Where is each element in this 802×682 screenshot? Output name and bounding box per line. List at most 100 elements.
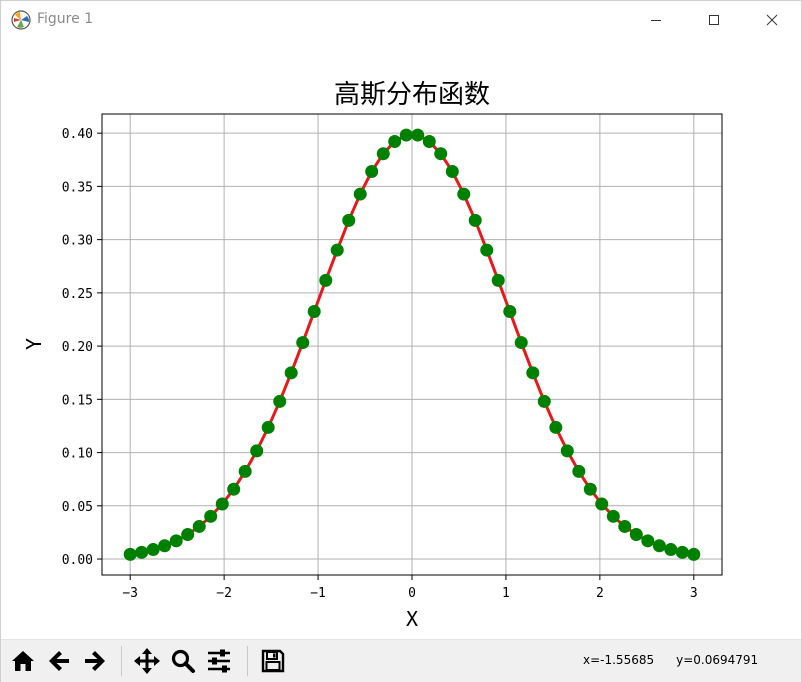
data-point bbox=[376, 147, 390, 161]
x-tick-label: −1 bbox=[310, 586, 326, 601]
y-axis-label: Y bbox=[22, 338, 46, 350]
close-button[interactable] bbox=[749, 1, 795, 39]
configure-subplots-button[interactable] bbox=[203, 645, 235, 677]
configure-subplots-icon bbox=[208, 649, 230, 673]
data-point bbox=[399, 128, 413, 142]
y-tick-label: 0.05 bbox=[62, 500, 93, 515]
y-tick-label: 0.40 bbox=[62, 127, 93, 142]
data-point bbox=[687, 547, 701, 561]
toolbar-separator bbox=[121, 646, 122, 676]
data-point bbox=[250, 444, 264, 458]
back-button[interactable] bbox=[43, 645, 75, 677]
home-icon bbox=[12, 651, 34, 671]
data-point bbox=[468, 213, 482, 227]
axis-ticks: −3 −2 −1 0 1 2 3 0.00 0.05 0.10 0.15 0.20 0.25 0.30 0.… bbox=[62, 127, 698, 601]
x-tick-label: 1 bbox=[502, 586, 510, 601]
pan-button[interactable] bbox=[131, 645, 163, 677]
zoom-button[interactable] bbox=[167, 645, 199, 677]
zoom-icon bbox=[171, 649, 195, 673]
data-point bbox=[595, 497, 609, 511]
data-point bbox=[181, 528, 195, 542]
data-point bbox=[572, 464, 586, 478]
back-icon bbox=[49, 651, 69, 671]
data-point bbox=[215, 497, 229, 511]
maximize-button[interactable] bbox=[691, 1, 737, 39]
data-point bbox=[204, 509, 218, 523]
maximize-icon bbox=[709, 15, 719, 25]
data-point bbox=[664, 543, 678, 557]
x-tick-label: 2 bbox=[596, 586, 604, 601]
close-icon bbox=[766, 14, 778, 26]
navigation-toolbar: x=-1.55685 y=0.0694791 bbox=[1, 639, 801, 682]
data-point bbox=[388, 134, 402, 148]
toolbar-separator bbox=[247, 646, 248, 676]
grid bbox=[102, 114, 722, 575]
y-tick-label: 0.30 bbox=[62, 234, 93, 249]
data-point bbox=[537, 394, 551, 408]
minimize-icon bbox=[651, 20, 661, 21]
figure-canvas[interactable]: −3 −2 −1 0 1 2 3 0.00 0.05 0.10 0.15 0.20 0.25 0.30 0.… bbox=[1, 39, 801, 639]
window-title: Figure 1 bbox=[37, 11, 94, 27]
home-button[interactable] bbox=[7, 645, 39, 677]
minimize-button[interactable] bbox=[633, 1, 679, 39]
data-point bbox=[146, 543, 160, 557]
y-tick-label: 0.15 bbox=[62, 393, 93, 408]
data-point bbox=[307, 304, 321, 318]
data-point bbox=[652, 539, 666, 553]
y-tick-label: 0.00 bbox=[62, 553, 93, 568]
data-point bbox=[261, 420, 275, 434]
x-tick-label: 0 bbox=[408, 586, 416, 601]
x-axis-label: X bbox=[406, 607, 418, 631]
data-point bbox=[330, 243, 344, 257]
forward-button[interactable] bbox=[79, 645, 111, 677]
data-point bbox=[583, 482, 597, 496]
data-point bbox=[284, 366, 298, 380]
x-tick-label: −3 bbox=[122, 586, 138, 601]
x-tick-label: 3 bbox=[690, 586, 698, 601]
save-icon bbox=[261, 649, 285, 673]
data-point bbox=[342, 213, 356, 227]
data-point bbox=[319, 273, 333, 287]
data-point bbox=[365, 164, 379, 178]
data-point bbox=[296, 336, 310, 350]
data-point bbox=[606, 509, 620, 523]
y-tick-label: 0.25 bbox=[62, 287, 93, 302]
data-point bbox=[434, 147, 448, 161]
data-point bbox=[227, 482, 241, 496]
pan-icon bbox=[134, 648, 160, 674]
matplotlib-logo-icon bbox=[11, 10, 31, 30]
cursor-coordinates: x=-1.55685 y=0.0694791 bbox=[583, 653, 780, 667]
y-tick-label: 0.20 bbox=[62, 340, 93, 355]
data-point bbox=[192, 519, 206, 533]
data-point bbox=[422, 134, 436, 148]
data-point bbox=[675, 545, 689, 559]
data-point bbox=[273, 394, 287, 408]
data-point bbox=[238, 464, 252, 478]
data-point bbox=[491, 273, 505, 287]
data-point bbox=[480, 243, 494, 257]
data-point bbox=[629, 528, 643, 542]
data-point bbox=[618, 519, 632, 533]
y-tick-label: 0.35 bbox=[62, 180, 93, 195]
data-point bbox=[123, 547, 137, 561]
data-point bbox=[158, 539, 172, 553]
y-tick-label: 0.10 bbox=[62, 447, 93, 462]
figure-window: Figure 1 −3 −2 −1 0 1 2 3 0.00 0.05 0.10 0.15 0.20 0… bbox=[0, 0, 802, 682]
data-point bbox=[560, 444, 574, 458]
data-point bbox=[549, 420, 563, 434]
data-point bbox=[353, 187, 367, 201]
data-point bbox=[445, 164, 459, 178]
data-point bbox=[526, 366, 540, 380]
cursor-x: x=-1.55685 bbox=[583, 653, 655, 667]
x-tick-label: −2 bbox=[216, 586, 232, 601]
chart-title: 高斯分布函数 bbox=[334, 80, 490, 110]
forward-icon bbox=[85, 651, 105, 671]
save-button[interactable] bbox=[257, 645, 289, 677]
data-point bbox=[514, 336, 528, 350]
data-point bbox=[641, 534, 655, 548]
data-point bbox=[135, 545, 149, 559]
data-point bbox=[169, 534, 183, 548]
data-point bbox=[503, 304, 517, 318]
title-bar[interactable]: Figure 1 bbox=[1, 1, 801, 39]
data-point bbox=[411, 128, 425, 142]
